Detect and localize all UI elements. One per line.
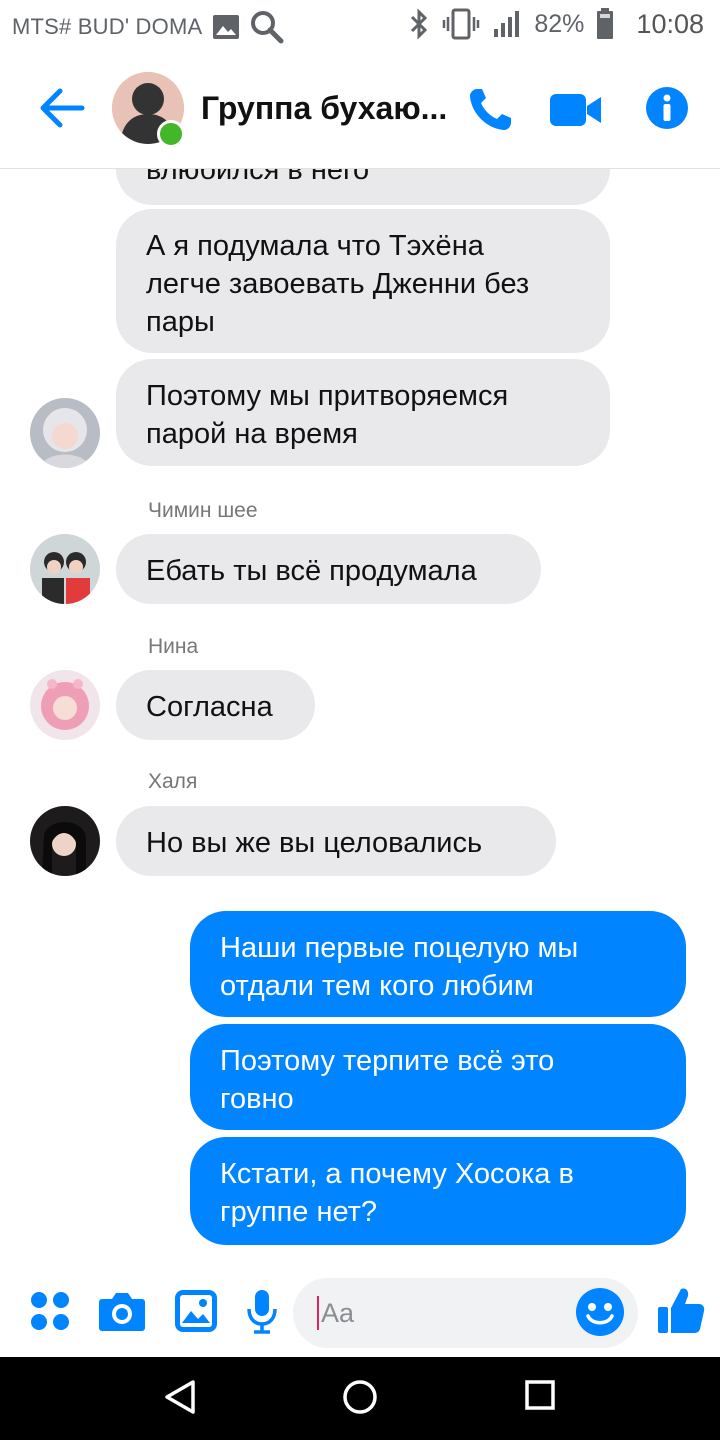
bluetooth-icon — [411, 8, 428, 40]
message-bubble[interactable]: Ебать ты всё продумала — [116, 534, 541, 604]
chat-title[interactable]: Группа бухаю... — [201, 90, 451, 127]
message-bubble[interactable]: влюбился в него — [116, 169, 610, 205]
message-bubble[interactable]: А я подумала что Тэхёна легче завоевать … — [116, 209, 610, 353]
system-navigation-bar — [0, 1357, 720, 1440]
user-photo-icon — [30, 670, 100, 740]
avatar[interactable] — [30, 806, 100, 876]
avatar[interactable] — [30, 670, 100, 740]
nav-recents-icon[interactable] — [524, 1379, 556, 1411]
carrier-name: MTS# BUD' DOMA — [12, 14, 203, 39]
emoji-icon[interactable] — [575, 1287, 625, 1337]
message-bubble[interactable]: Согласна — [116, 670, 315, 740]
sender-name: Чимин шее — [148, 499, 258, 522]
online-status-indicator — [157, 120, 185, 148]
avatar[interactable] — [30, 398, 100, 468]
user-photo-icon — [30, 398, 100, 468]
sender-name: Халя — [148, 770, 198, 793]
message-composer: Aa — [0, 1275, 720, 1357]
vibrate-icon — [443, 8, 480, 40]
message-list[interactable]: влюбился в него А я подумала что Тэхёна … — [0, 169, 720, 1275]
sender-name: Нина — [148, 635, 199, 658]
message-bubble-outgoing[interactable]: Кстати, а почему Хосока в группе нет? — [190, 1137, 686, 1245]
avatar[interactable] — [30, 534, 100, 604]
microphone-icon[interactable] — [246, 1289, 278, 1335]
image-notification-icon — [213, 15, 240, 39]
nav-home-icon[interactable] — [342, 1379, 378, 1415]
battery-icon — [597, 8, 614, 39]
camera-icon[interactable] — [98, 1289, 146, 1333]
message-bubble-outgoing[interactable]: Поэтому терпите всё это говно — [190, 1024, 686, 1130]
thumbs-up-icon[interactable] — [656, 1285, 706, 1335]
message-bubble[interactable]: Поэтому мы притворяемся парой на время — [116, 359, 610, 466]
phone-icon[interactable] — [466, 86, 514, 134]
video-camera-icon[interactable] — [549, 86, 603, 134]
text-caret — [317, 1296, 319, 1330]
search-notification-icon — [251, 11, 284, 44]
apps-grid-icon[interactable] — [30, 1291, 70, 1331]
battery-level: 82% — [534, 9, 585, 38]
user-photo-icon — [30, 806, 100, 876]
chat-header: Группа бухаю... — [0, 50, 720, 169]
info-icon[interactable] — [645, 86, 689, 130]
signal-icon — [494, 11, 520, 37]
message-bubble-outgoing[interactable]: Наши первые поцелую мы отдали тем кого л… — [190, 911, 686, 1017]
message-input[interactable]: Aa — [293, 1278, 638, 1348]
user-photo-icon — [30, 534, 100, 604]
message-bubble[interactable]: Но вы же вы целовались — [116, 806, 556, 876]
back-arrow-icon[interactable] — [38, 86, 86, 130]
gallery-icon[interactable] — [174, 1289, 218, 1333]
message-input-placeholder: Aa — [321, 1298, 355, 1328]
clock: 10:08 — [636, 8, 704, 39]
status-bar: MTS# BUD' DOMA 82% 10:08 — [0, 0, 720, 50]
nav-back-icon[interactable] — [163, 1379, 197, 1415]
